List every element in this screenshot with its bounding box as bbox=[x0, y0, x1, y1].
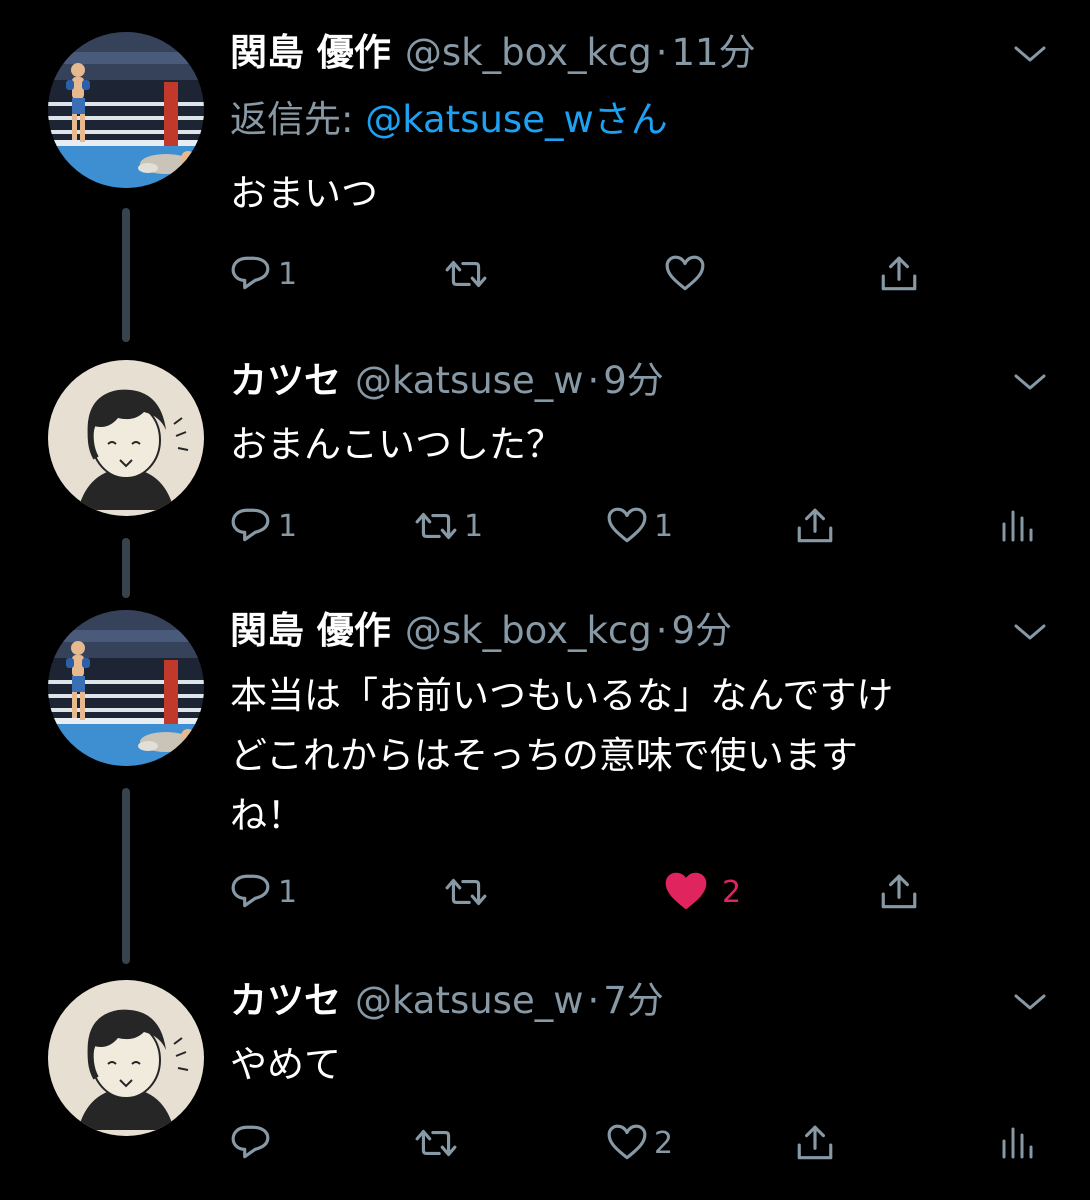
tweet-header: 関島 優作 @sk_box_kcg · 11分 bbox=[230, 28, 1010, 78]
handle[interactable]: @katsuse_w bbox=[355, 979, 584, 1022]
share-button[interactable] bbox=[794, 1118, 836, 1168]
tweet-text-line: ね！ bbox=[230, 794, 304, 837]
separator: · bbox=[587, 979, 600, 1022]
display-name[interactable]: カツセ bbox=[230, 359, 341, 402]
retweet-button[interactable] bbox=[444, 249, 488, 299]
tweet[interactable]: 関島 優作 @sk_box_kcg · 9分 本当は「お前いつもいるな」なんですけ ど… bbox=[0, 590, 1090, 940]
tweet-text-content: やめて bbox=[230, 1043, 341, 1086]
tweet-text: おまんこいつした？ bbox=[230, 415, 1030, 475]
retweet-icon bbox=[415, 512, 457, 540]
like-button[interactable]: 1 bbox=[606, 501, 673, 551]
tweet-header: 関島 優作 @sk_box_kcg · 9分 bbox=[230, 606, 1010, 656]
reply-count: 1 bbox=[278, 256, 298, 292]
display-name[interactable]: 関島 優作 bbox=[230, 609, 391, 652]
reply-count: 1 bbox=[278, 874, 298, 910]
retweet-icon bbox=[445, 260, 487, 288]
avatar[interactable] bbox=[48, 32, 204, 188]
share-icon bbox=[797, 508, 833, 543]
retweet-button[interactable] bbox=[414, 1118, 458, 1168]
separator: · bbox=[587, 359, 600, 402]
reply-icon bbox=[231, 508, 270, 542]
retweet-button[interactable] bbox=[444, 867, 488, 917]
tweet[interactable]: カツセ @katsuse_w · 7分 やめて 2 bbox=[0, 960, 1090, 1200]
separator: · bbox=[655, 609, 668, 652]
tweet-text-line: 本当は「お前いつもいるな」なんですけ bbox=[230, 674, 894, 717]
reply-count: 1 bbox=[278, 508, 298, 544]
reply-to-label: 返信先: bbox=[230, 98, 366, 141]
tweet-actions: 1 2 bbox=[230, 867, 1050, 917]
analytics-button[interactable] bbox=[998, 501, 1038, 551]
retweet-count: 1 bbox=[464, 508, 484, 544]
retweet-button[interactable]: 1 bbox=[414, 501, 483, 551]
reply-button[interactable] bbox=[230, 1118, 272, 1168]
analytics-icon bbox=[1002, 1127, 1033, 1159]
like-button[interactable]: 2 bbox=[664, 867, 741, 917]
tweet[interactable]: カツセ @katsuse_w · 9分 おまんこいつした？ 1 1 1 bbox=[0, 340, 1090, 570]
reply-to: 返信先: @katsuse_wさん bbox=[230, 95, 668, 145]
tweet-actions: 1 1 1 bbox=[230, 501, 1050, 551]
reply-button[interactable]: 1 bbox=[230, 501, 297, 551]
like-icon bbox=[665, 255, 705, 291]
retweet-icon bbox=[415, 1129, 457, 1157]
tweet-text-line: どこれからはそっちの意味で使います bbox=[230, 734, 858, 777]
like-button[interactable]: 2 bbox=[606, 1118, 673, 1168]
like-count: 1 bbox=[654, 508, 674, 544]
like-filled-icon bbox=[665, 872, 707, 910]
chevron-down-icon[interactable] bbox=[1010, 366, 1050, 396]
chevron-down-icon[interactable] bbox=[1010, 986, 1050, 1016]
like-count: 2 bbox=[654, 1125, 674, 1161]
reply-icon bbox=[231, 1125, 270, 1159]
display-name[interactable]: カツセ bbox=[230, 979, 341, 1022]
share-icon bbox=[797, 1125, 833, 1160]
reply-button[interactable]: 1 bbox=[230, 867, 297, 917]
display-name[interactable]: 関島 優作 bbox=[230, 31, 391, 74]
tweet-actions: 2 bbox=[230, 1118, 1050, 1168]
handle[interactable]: @sk_box_kcg bbox=[405, 609, 652, 652]
like-count: 2 bbox=[722, 874, 742, 910]
share-icon bbox=[881, 874, 917, 909]
timestamp[interactable]: 7分 bbox=[603, 979, 664, 1022]
tweet-text: おまいつ bbox=[230, 164, 1030, 224]
avatar[interactable] bbox=[48, 980, 204, 1136]
tweet-text-content: おまいつ bbox=[230, 172, 378, 215]
share-button[interactable] bbox=[794, 501, 836, 551]
like-button[interactable] bbox=[664, 249, 706, 299]
reply-icon bbox=[231, 874, 270, 908]
like-icon bbox=[607, 1124, 647, 1160]
retweet-icon bbox=[445, 878, 487, 906]
analytics-icon bbox=[1002, 510, 1033, 542]
tweet-actions: 1 bbox=[230, 249, 1050, 299]
reply-to-mention[interactable]: @katsuse_wさん bbox=[365, 98, 668, 141]
share-icon bbox=[881, 256, 917, 291]
analytics-button[interactable] bbox=[998, 1118, 1038, 1168]
timestamp[interactable]: 11分 bbox=[672, 31, 756, 74]
like-icon bbox=[607, 507, 647, 543]
tweet-header: カツセ @katsuse_w · 9分 bbox=[230, 356, 1010, 406]
reply-icon bbox=[231, 256, 270, 290]
avatar[interactable] bbox=[48, 610, 204, 766]
tweet-text-content: おまんこいつした？ bbox=[230, 423, 563, 466]
share-button[interactable] bbox=[878, 867, 920, 917]
chevron-down-icon[interactable] bbox=[1010, 616, 1050, 646]
timestamp[interactable]: 9分 bbox=[672, 609, 733, 652]
avatar[interactable] bbox=[48, 360, 204, 516]
timestamp[interactable]: 9分 bbox=[603, 359, 664, 402]
tweet-text: やめて bbox=[230, 1035, 1030, 1095]
separator: · bbox=[655, 31, 668, 74]
tweet-header: カツセ @katsuse_w · 7分 bbox=[230, 976, 1010, 1026]
tweet-text: 本当は「お前いつもいるな」なんですけ どこれからはそっちの意味で使います ね！ bbox=[230, 666, 1030, 846]
chevron-down-icon[interactable] bbox=[1010, 38, 1050, 68]
tweet[interactable]: 関島 優作 @sk_box_kcg · 11分 返信先: @katsuse_wさん お… bbox=[0, 0, 1090, 320]
share-button[interactable] bbox=[878, 249, 920, 299]
handle[interactable]: @sk_box_kcg bbox=[405, 31, 652, 74]
reply-button[interactable]: 1 bbox=[230, 249, 297, 299]
handle[interactable]: @katsuse_w bbox=[355, 359, 584, 402]
